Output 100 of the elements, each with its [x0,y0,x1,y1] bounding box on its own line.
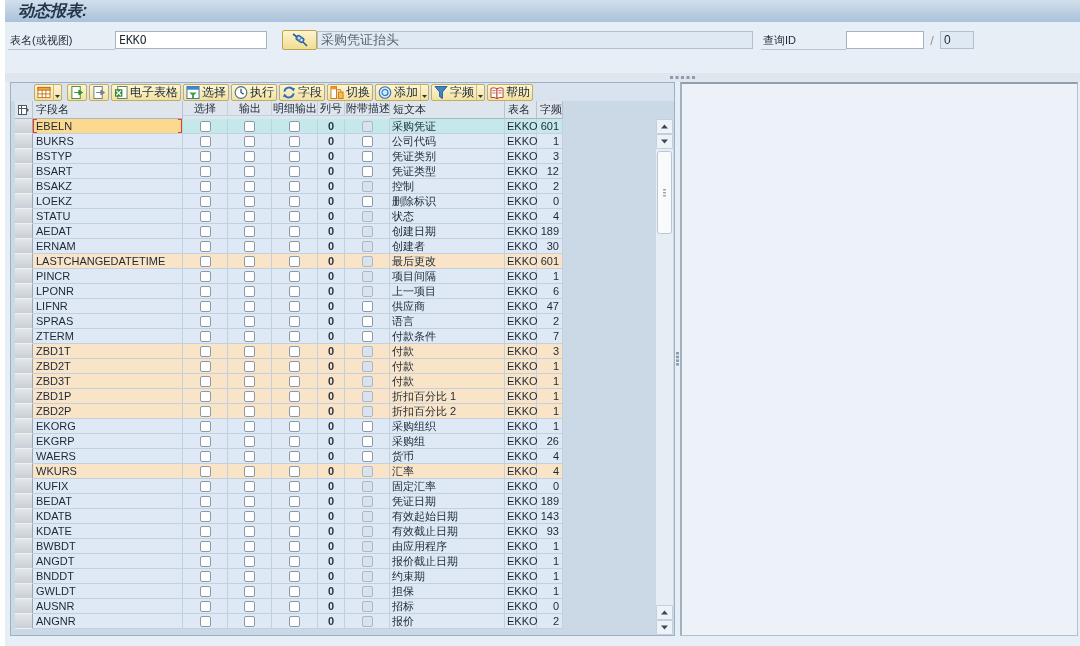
row-selector[interactable] [15,464,33,479]
table-row[interactable]: EBELN 0 采购凭证 EKKO 601 [15,119,563,134]
output-checkbox[interactable] [244,180,255,192]
select-button[interactable]: 选择 [183,83,229,101]
detail-output-checkbox[interactable] [289,570,300,582]
row-selector[interactable] [15,374,33,389]
select-checkbox[interactable] [199,150,211,162]
select-checkbox[interactable] [199,270,211,282]
select-checkbox[interactable] [199,405,211,417]
table-row[interactable]: WKURS 0 汇率 EKKO 4 [15,464,563,479]
output-checkbox[interactable] [244,405,255,417]
detail-output-checkbox[interactable] [289,600,300,612]
add-button[interactable]: 添加 [375,83,429,101]
select-checkbox[interactable] [199,450,211,462]
select-checkbox[interactable] [199,495,211,507]
output-checkbox[interactable] [244,285,255,297]
description-checkbox[interactable] [361,195,373,207]
query-id-field[interactable] [846,31,924,49]
description-checkbox[interactable] [361,420,373,432]
output-checkbox[interactable] [244,420,255,432]
detail-output-checkbox[interactable] [289,510,300,522]
select-checkbox[interactable] [199,585,211,597]
detail-output-checkbox[interactable] [289,480,300,492]
execute-button[interactable]: 执行 [231,83,277,101]
row-selector[interactable] [15,194,33,209]
output-checkbox[interactable] [244,525,255,537]
row-selector[interactable] [15,149,33,164]
detail-output-checkbox[interactable] [289,255,300,267]
select-checkbox[interactable] [199,165,211,177]
detail-output-checkbox[interactable] [289,165,300,177]
detail-output-checkbox[interactable] [289,360,300,372]
table-row[interactable]: KDATB 0 有效起始日期 EKKO 143 [15,509,563,524]
table-name-field[interactable]: EKKO [115,31,267,49]
select-checkbox[interactable] [199,435,211,447]
description-checkbox[interactable] [361,450,373,462]
detail-output-checkbox[interactable] [289,330,300,342]
table-row[interactable]: ANGNR 0 报价 EKKO 2 [15,614,563,629]
row-selector[interactable] [15,299,33,314]
output-checkbox[interactable] [244,270,255,282]
output-checkbox[interactable] [244,120,255,132]
row-selector[interactable] [15,239,33,254]
select-checkbox[interactable] [199,480,211,492]
table-row[interactable]: ZBD3T 0 付款 EKKO 1 [15,374,563,389]
select-checkbox[interactable] [199,510,211,522]
detail-output-checkbox[interactable] [289,210,300,222]
table-row[interactable]: BNDDT 0 约束期 EKKO 1 [15,569,563,584]
select-checkbox[interactable] [199,345,211,357]
row-selector[interactable] [15,284,33,299]
table-row[interactable]: LOEKZ 0 删除标识 EKKO 0 [15,194,563,209]
select-checkbox[interactable] [199,240,211,252]
caret-icon[interactable] [55,94,60,98]
row-selector[interactable] [15,554,33,569]
detail-output-checkbox[interactable] [289,120,300,132]
table-row[interactable]: ZBD2T 0 付款 EKKO 1 [15,359,563,374]
scrollbar-thumb[interactable] [657,151,672,234]
select-checkbox[interactable] [199,210,211,222]
select-checkbox[interactable] [199,195,211,207]
table-row[interactable]: BUKRS 0 公司代码 EKKO 1 [15,134,563,149]
output-checkbox[interactable] [244,450,255,462]
description-checkbox[interactable] [361,135,373,147]
output-checkbox[interactable] [244,165,255,177]
row-selector[interactable] [15,524,33,539]
output-checkbox[interactable] [244,300,255,312]
spreadsheet-button[interactable]: 电子表格 [111,83,181,101]
table-row[interactable]: AEDAT 0 创建日期 EKKO 189 [15,224,563,239]
row-selector[interactable] [15,164,33,179]
detail-output-checkbox[interactable] [289,435,300,447]
detail-output-checkbox[interactable] [289,300,300,312]
splitter-grip-icon[interactable] [676,352,679,366]
output-checkbox[interactable] [244,375,255,387]
table-row[interactable]: EKORG 0 采购组织 EKKO 1 [15,419,563,434]
output-checkbox[interactable] [244,600,255,612]
output-checkbox[interactable] [244,210,255,222]
select-checkbox[interactable] [199,525,211,537]
scroll-up-icon[interactable] [656,119,673,134]
select-checkbox[interactable] [199,330,211,342]
row-selector[interactable] [15,269,33,284]
detail-output-checkbox[interactable] [289,195,300,207]
row-selector[interactable] [15,344,33,359]
description-checkbox[interactable] [361,330,373,342]
select-checkbox[interactable] [199,315,211,327]
table-row[interactable]: BSART 0 凭证类型 EKKO 12 [15,164,563,179]
table-row[interactable]: PINCR 0 项目间隔 EKKO 1 [15,269,563,284]
table-row[interactable]: EKGRP 0 采购组 EKKO 26 [15,434,563,449]
table-row[interactable]: ZBD2P 0 折扣百分比 2 EKKO 1 [15,404,563,419]
select-checkbox[interactable] [199,600,211,612]
output-checkbox[interactable] [244,150,255,162]
column-header[interactable]: 附带描述 [345,101,390,116]
table-row[interactable]: LASTCHANGEDATETIME 0 最后更改 EKKO 601 [15,254,563,269]
row-selector[interactable] [15,614,33,629]
description-checkbox[interactable] [361,150,373,162]
row-selector[interactable] [15,479,33,494]
table-row[interactable]: BSAKZ 0 控制 EKKO 2 [15,179,563,194]
row-selector[interactable] [15,404,33,419]
detail-output-checkbox[interactable] [289,540,300,552]
import-button[interactable] [89,83,109,101]
table-row[interactable]: AUSNR 0 招标 EKKO 0 [15,599,563,614]
row-selector[interactable] [15,314,33,329]
row-selector[interactable] [15,434,33,449]
table-row[interactable]: BEDAT 0 凭证日期 EKKO 189 [15,494,563,509]
